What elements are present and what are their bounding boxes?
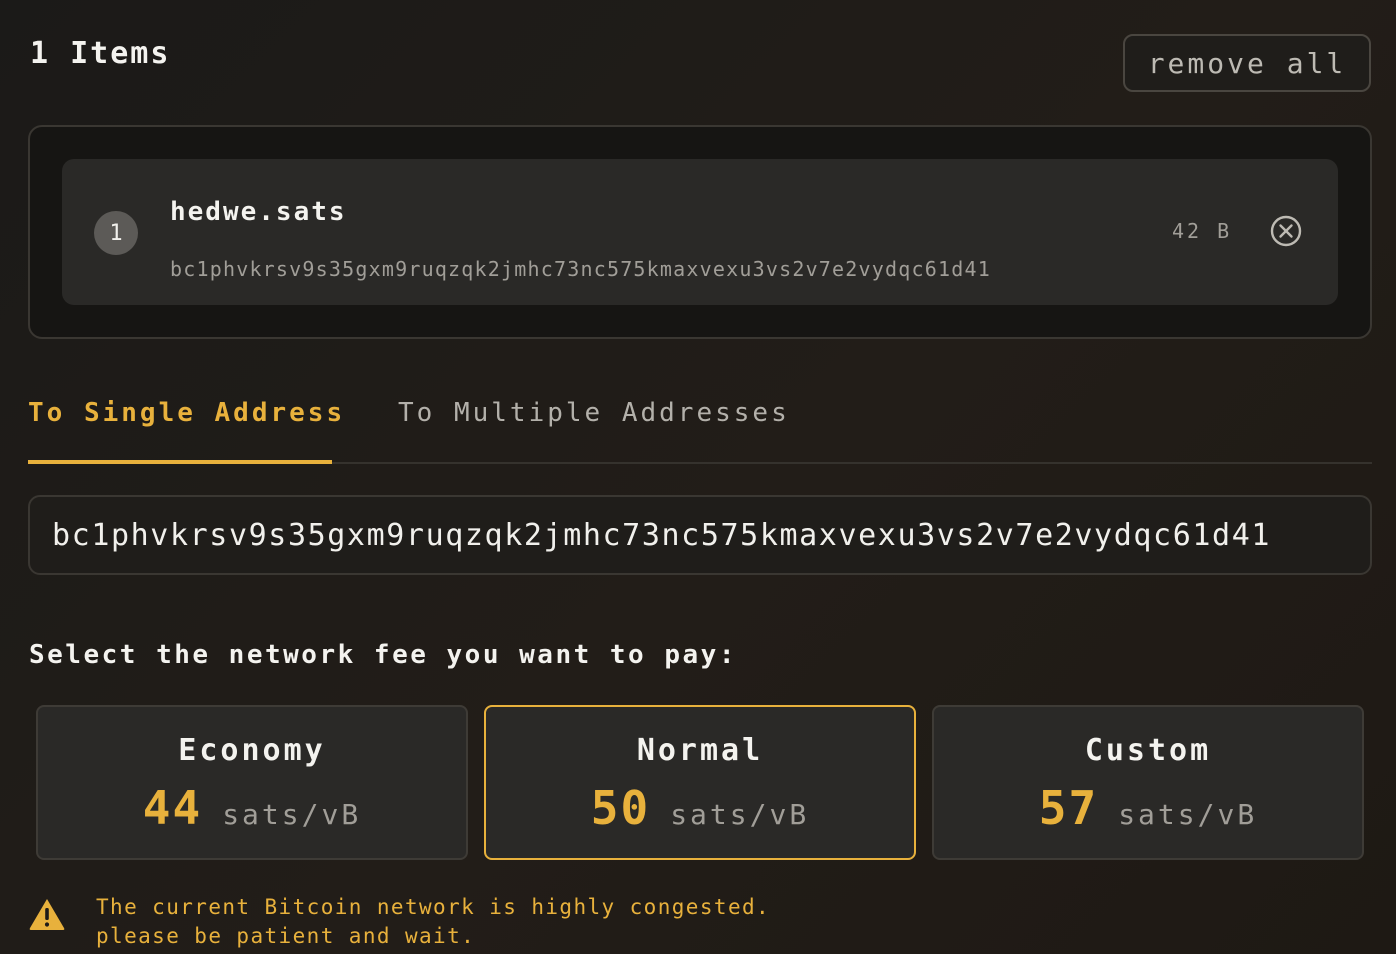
fee-rate: 57 sats/vB bbox=[934, 781, 1362, 835]
item-name: hedwe.sats bbox=[170, 197, 347, 227]
active-tab-indicator bbox=[28, 460, 332, 464]
item-index-badge: 1 bbox=[94, 211, 138, 255]
fee-option-name: Normal bbox=[636, 733, 764, 768]
remove-all-button[interactable]: remove all bbox=[1123, 34, 1371, 92]
fee-rate-unit: sats/vB bbox=[670, 798, 810, 831]
items-count-title: 1 Items bbox=[30, 36, 171, 71]
item-address: bc1phvkrsv9s35gxm9ruqzqk2jmhc73nc575kmax… bbox=[170, 257, 991, 281]
close-circle-icon[interactable] bbox=[1268, 213, 1304, 249]
fee-rate-value: 50 bbox=[590, 781, 651, 835]
warning-line: The current Bitcoin network is highly co… bbox=[96, 895, 771, 919]
tab-single-address[interactable]: To Single Address bbox=[28, 398, 345, 428]
recipient-address-input[interactable] bbox=[28, 495, 1372, 575]
item-size: 42 B bbox=[1172, 219, 1233, 243]
fee-option-custom[interactable]: Custom 57 sats/vB bbox=[932, 705, 1364, 860]
fee-option-name: Economy bbox=[178, 733, 326, 768]
fee-rate-value: 57 bbox=[1038, 781, 1099, 835]
fee-rate-unit: sats/vB bbox=[1118, 798, 1258, 831]
fee-option-economy[interactable]: Economy 44 sats/vB bbox=[36, 705, 468, 860]
warning-triangle-icon bbox=[28, 897, 66, 931]
warning-message: The current Bitcoin network is highly co… bbox=[96, 893, 770, 951]
list-item: 1 hedwe.sats bc1phvkrsv9s35gxm9ruqzqk2jm… bbox=[62, 159, 1338, 305]
fee-rate: 50 sats/vB bbox=[486, 781, 914, 835]
fee-prompt: Select the network fee you want to pay: bbox=[29, 640, 737, 670]
fee-option-normal[interactable]: Normal 50 sats/vB bbox=[484, 705, 916, 860]
tab-multiple-addresses[interactable]: To Multiple Addresses bbox=[398, 398, 790, 428]
fee-rate: 44 sats/vB bbox=[38, 781, 466, 835]
header: 1 Items remove all bbox=[30, 34, 1371, 92]
fee-rate-unit: sats/vB bbox=[222, 798, 362, 831]
items-panel: 1 hedwe.sats bc1phvkrsv9s35gxm9ruqzqk2jm… bbox=[28, 125, 1372, 339]
fee-rate-value: 44 bbox=[142, 781, 203, 835]
recipient-tabs: To Single Address To Multiple Addresses bbox=[28, 390, 1372, 464]
congestion-warning: The current Bitcoin network is highly co… bbox=[28, 893, 770, 951]
fee-option-name: Custom bbox=[1084, 733, 1212, 768]
warning-line: please be patient and wait. bbox=[96, 924, 476, 948]
